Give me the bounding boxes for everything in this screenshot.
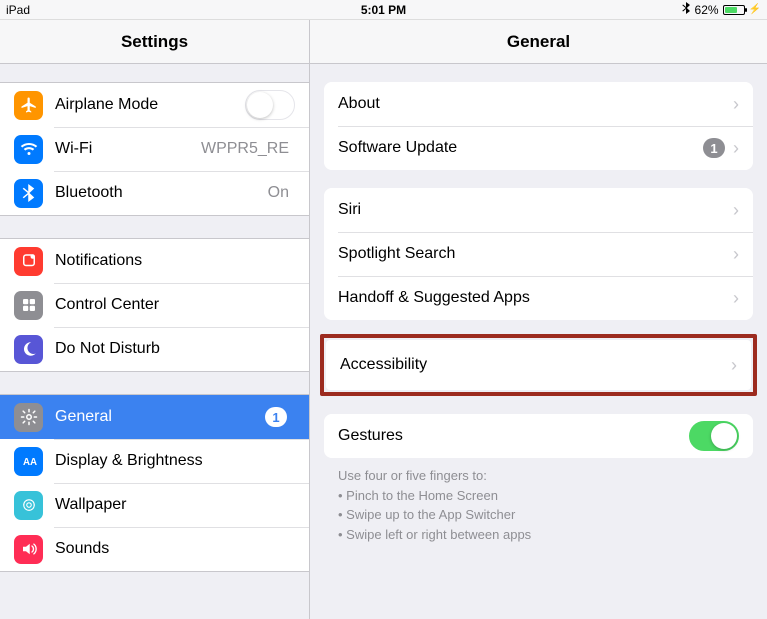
detail-label: Siri [338, 201, 733, 219]
detail-item-spotlight[interactable]: Spotlight Search › [324, 232, 753, 276]
detail-label: About [338, 95, 733, 113]
gestures-footer: Use four or five fingers to: Pinch to th… [310, 458, 767, 544]
sidebar-label: Bluetooth [55, 184, 268, 202]
detail-label: Accessibility [340, 356, 731, 374]
sidebar-item-wallpaper[interactable]: Wallpaper [0, 483, 309, 527]
svg-text:AA: AA [23, 457, 37, 468]
chevron-right-icon: › [733, 94, 739, 115]
sidebar-label: Sounds [55, 540, 295, 558]
chevron-right-icon: › [733, 244, 739, 265]
detail-group-about: About › Software Update 1 › [324, 82, 753, 170]
sidebar-label: Wallpaper [55, 496, 295, 514]
charging-icon: ⚡ [749, 4, 761, 15]
detail-item-handoff[interactable]: Handoff & Suggested Apps › [324, 276, 753, 320]
sidebar-label: Display & Brightness [55, 452, 295, 470]
sidebar-item-sounds[interactable]: Sounds [0, 527, 309, 571]
detail-item-siri[interactable]: Siri › [324, 188, 753, 232]
sidebar-label: Notifications [55, 252, 295, 270]
detail-item-about[interactable]: About › [324, 82, 753, 126]
bluetooth-value: On [268, 184, 289, 202]
sidebar-title: Settings [0, 20, 309, 64]
sounds-icon [14, 535, 43, 564]
sidebar-item-notifications[interactable]: Notifications [0, 239, 309, 283]
footer-bullet: Swipe up to the App Switcher [338, 505, 739, 525]
device-label: iPad [6, 3, 30, 17]
bluetooth-status-icon [682, 2, 691, 17]
controlcenter-icon [14, 291, 43, 320]
sidebar-label: Airplane Mode [55, 96, 245, 114]
sidebar-item-airplane[interactable]: Airplane Mode [0, 83, 309, 127]
sidebar-group-system: Notifications Control Center Do Not Dist… [0, 238, 309, 372]
moon-icon [14, 335, 43, 364]
chevron-right-icon: › [731, 355, 737, 376]
sidebar-item-dnd[interactable]: Do Not Disturb [0, 327, 309, 371]
battery-icon [723, 5, 745, 15]
wallpaper-icon [14, 491, 43, 520]
detail-title: General [310, 20, 767, 64]
sidebar-item-controlcenter[interactable]: Control Center [0, 283, 309, 327]
detail-item-gestures[interactable]: Gestures [324, 414, 753, 458]
detail-label: Handoff & Suggested Apps [338, 289, 733, 307]
detail-pane: General About › Software Update 1 › Siri… [310, 20, 767, 619]
chevron-right-icon: › [733, 288, 739, 309]
display-icon: AA [14, 447, 43, 476]
gestures-toggle[interactable] [689, 421, 739, 451]
status-bar: iPad 5:01 PM 62% ⚡ [0, 0, 767, 20]
settings-sidebar: Settings Airplane Mode Wi-Fi WPPR5_RE [0, 20, 310, 619]
bluetooth-icon [14, 179, 43, 208]
notifications-icon [14, 247, 43, 276]
sidebar-group-appearance: General 1 AA Display & Brightness Wallpa… [0, 394, 309, 572]
detail-item-software-update[interactable]: Software Update 1 › [324, 126, 753, 170]
detail-label: Software Update [338, 139, 703, 157]
wifi-icon [14, 135, 43, 164]
detail-item-accessibility[interactable]: Accessibility › [326, 340, 751, 390]
sidebar-group-network: Airplane Mode Wi-Fi WPPR5_RE Bluetooth O… [0, 82, 309, 216]
detail-group-gestures: Gestures [324, 414, 753, 458]
sidebar-label: General [55, 408, 265, 426]
detail-group-siri: Siri › Spotlight Search › Handoff & Sugg… [324, 188, 753, 320]
footer-bullet: Pinch to the Home Screen [338, 486, 739, 506]
airplane-icon [14, 91, 43, 120]
wifi-value: WPPR5_RE [201, 140, 289, 158]
sidebar-label: Control Center [55, 296, 295, 314]
gear-icon [14, 403, 43, 432]
sidebar-item-display[interactable]: AA Display & Brightness [0, 439, 309, 483]
update-badge: 1 [703, 138, 725, 158]
accessibility-highlight: Accessibility › [320, 334, 757, 396]
clock: 5:01 PM [361, 3, 406, 17]
general-badge: 1 [265, 407, 287, 427]
detail-label: Spotlight Search [338, 245, 733, 263]
sidebar-label: Wi-Fi [55, 140, 201, 158]
footer-intro: Use four or five fingers to: [338, 466, 739, 486]
battery-percent: 62% [695, 3, 719, 17]
sidebar-label: Do Not Disturb [55, 340, 295, 358]
sidebar-item-bluetooth[interactable]: Bluetooth On [0, 171, 309, 215]
airplane-toggle[interactable] [245, 90, 295, 120]
footer-bullet: Swipe left or right between apps [338, 525, 739, 545]
sidebar-item-general[interactable]: General 1 [0, 395, 309, 439]
chevron-right-icon: › [733, 138, 739, 159]
chevron-right-icon: › [733, 200, 739, 221]
sidebar-item-wifi[interactable]: Wi-Fi WPPR5_RE [0, 127, 309, 171]
detail-label: Gestures [338, 427, 689, 445]
